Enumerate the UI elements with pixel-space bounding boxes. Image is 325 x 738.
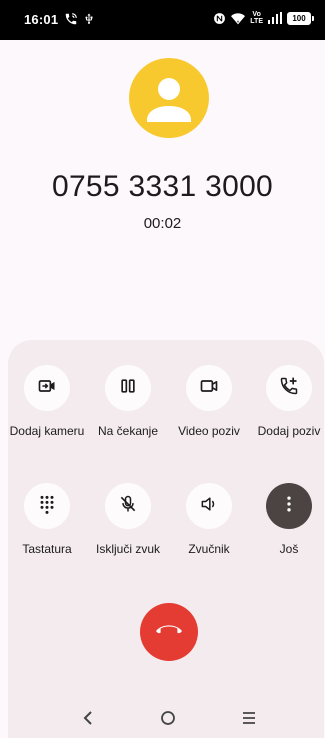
usb-icon [83, 12, 95, 31]
more-label: Još [279, 542, 299, 556]
more-button[interactable]: Još [249, 483, 325, 557]
video-camera-icon [199, 376, 219, 401]
speaker-button[interactable]: Zvučnik [169, 483, 249, 557]
recents-icon [241, 711, 257, 730]
back-button[interactable] [76, 708, 100, 732]
signal-icon [268, 12, 282, 24]
wifi-call-icon [64, 12, 78, 31]
pause-icon [118, 376, 138, 401]
add-call-button[interactable]: Dodaj poziv [249, 365, 325, 439]
battery-indicator: 100 [287, 11, 314, 25]
recents-button[interactable] [237, 708, 261, 732]
back-icon [81, 710, 95, 731]
hold-button[interactable]: Na čekanje [88, 365, 168, 439]
nfc-icon [213, 12, 226, 25]
hold-label: Na čekanje [97, 424, 159, 438]
speaker-label: Zvučnik [188, 542, 230, 556]
status-bar: 16:01 Vo LTE 100 [0, 0, 325, 40]
video-call-button[interactable]: Video poziv [169, 365, 249, 439]
volte-indicator: Vo LTE [250, 11, 263, 25]
caller-avatar [129, 58, 209, 138]
add-camera-label: Dodaj kameru [9, 424, 85, 438]
video-call-label: Video poziv [178, 424, 240, 438]
hang-up-icon [155, 616, 183, 649]
end-call-button[interactable] [140, 603, 198, 661]
mute-label: Isključi zvuk [95, 542, 160, 556]
dialpad-icon [37, 494, 57, 519]
home-icon [160, 710, 176, 731]
add-camera-button[interactable]: Dodaj kameru [7, 365, 87, 439]
status-time: 16:01 [24, 12, 59, 27]
more-vertical-icon [279, 494, 299, 519]
dialpad-button[interactable]: Tastatura [7, 483, 87, 557]
mic-off-icon [118, 494, 138, 519]
dialpad-label: Tastatura [22, 542, 72, 556]
navigation-bar [0, 700, 325, 738]
speaker-icon [199, 494, 219, 519]
home-button[interactable] [156, 708, 180, 732]
call-timer: 00:02 [143, 215, 182, 232]
person-icon [147, 78, 191, 122]
caller-number: 0755 3331 3000 [51, 170, 274, 203]
mute-button[interactable]: Isključi zvuk [88, 483, 168, 557]
add-call-icon [279, 376, 299, 401]
wifi-icon [231, 12, 246, 25]
add-video-icon [37, 376, 57, 401]
add-call-label: Dodaj poziv [257, 424, 321, 438]
